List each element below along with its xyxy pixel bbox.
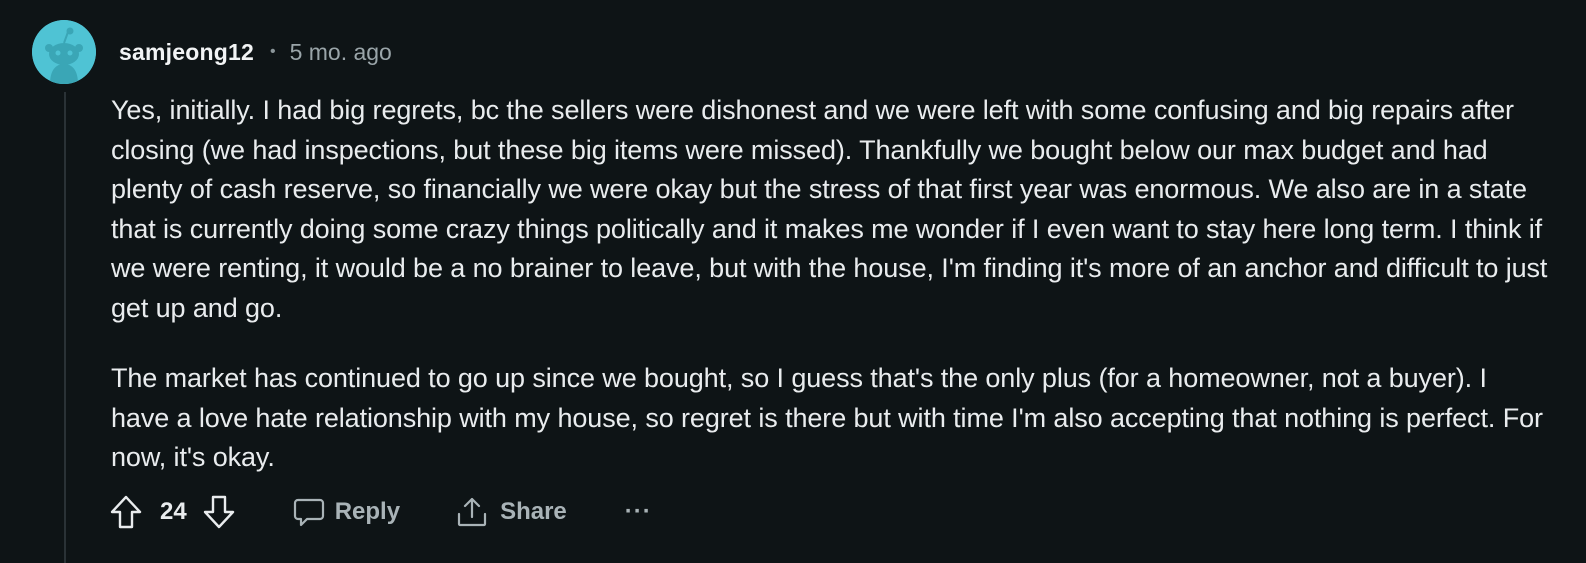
reddit-snoo-avatar-icon <box>32 20 96 84</box>
speech-bubble-icon <box>293 496 325 528</box>
share-label: Share <box>500 498 567 525</box>
reply-button[interactable]: Reply <box>293 496 400 528</box>
timestamp[interactable]: 5 mo. ago <box>290 39 392 66</box>
comment-actions: 24 Reply Share ··· <box>110 491 652 533</box>
avatar[interactable] <box>32 20 96 84</box>
comment-paragraph: The market has continued to go up since … <box>111 363 1543 472</box>
more-options-button[interactable]: ··· <box>625 498 652 526</box>
share-button[interactable]: Share <box>456 496 567 528</box>
comment-body: Yes, initially. I had big regrets, bc th… <box>111 91 1551 478</box>
upvote-arrow-icon[interactable] <box>110 495 142 529</box>
comment-paragraph: Yes, initially. I had big regrets, bc th… <box>111 95 1548 323</box>
comment-header: samjeong12 • 5 mo. ago <box>119 36 392 68</box>
downvote-arrow-icon[interactable] <box>203 495 235 529</box>
username[interactable]: samjeong12 <box>119 39 254 66</box>
reply-label: Reply <box>334 498 401 525</box>
separator-dot: • <box>269 43 276 60</box>
vote-score: 24 <box>160 498 187 525</box>
share-upload-icon <box>456 496 488 528</box>
thread-line[interactable] <box>64 92 66 563</box>
